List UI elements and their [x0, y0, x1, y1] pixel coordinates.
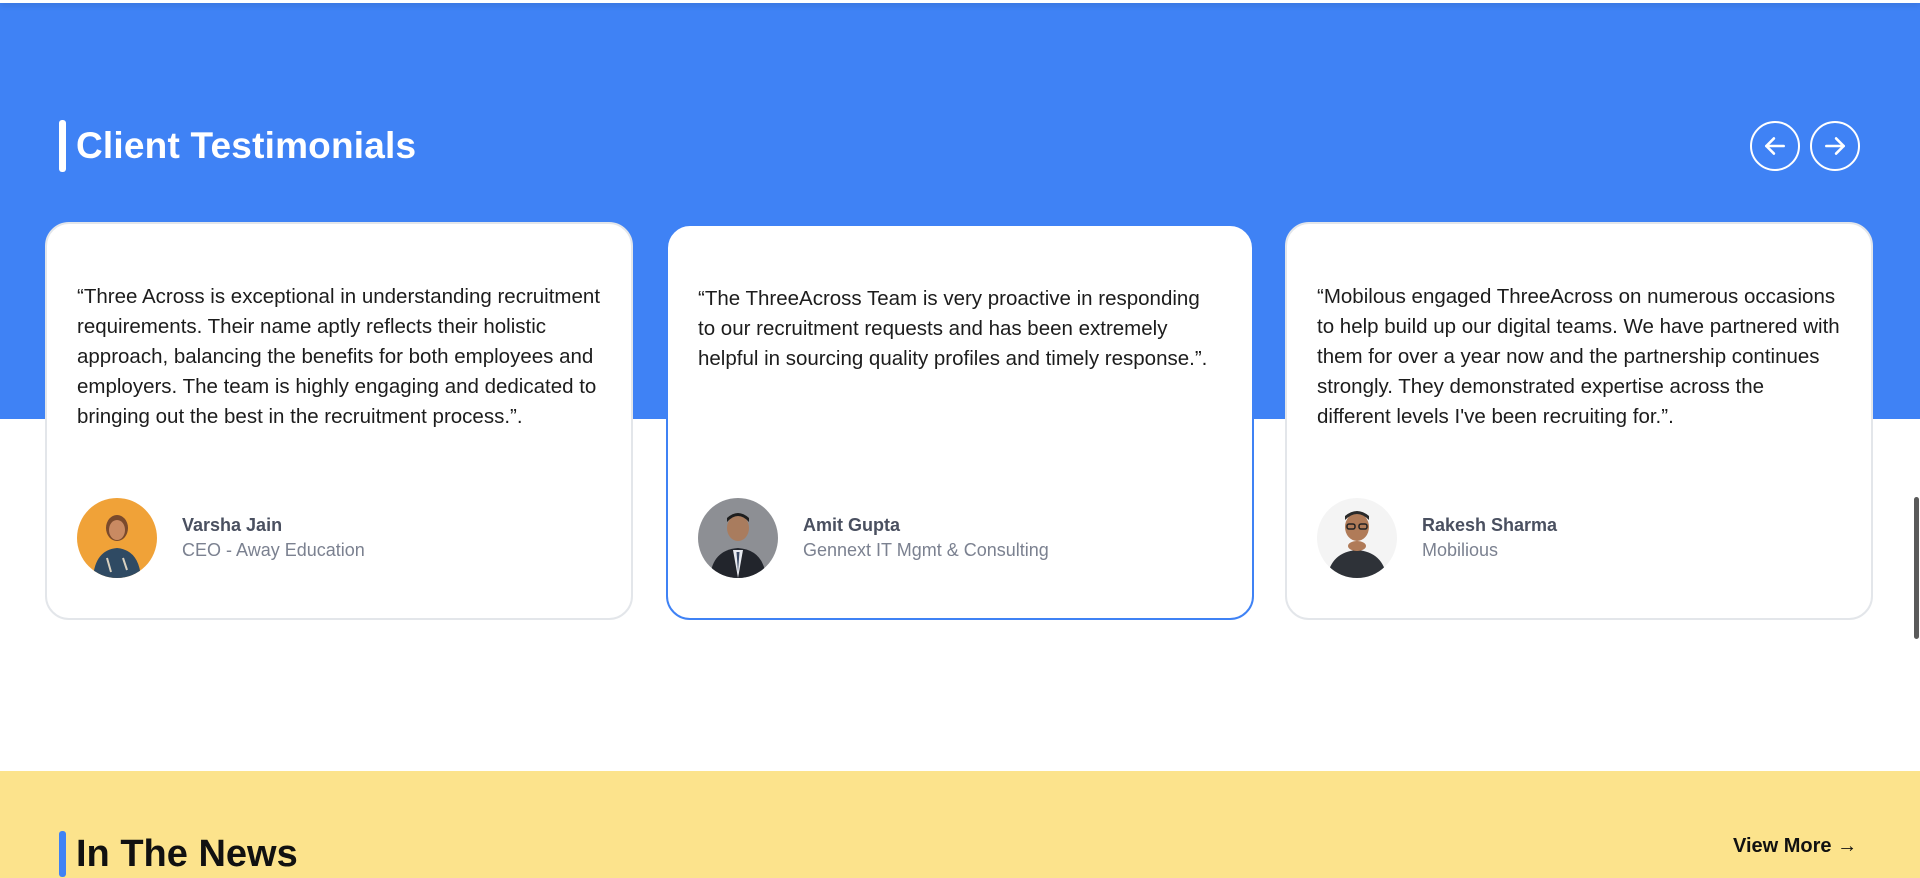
news-title: In The News	[76, 833, 298, 875]
avatar-photo	[1317, 498, 1397, 578]
previous-button[interactable]	[1750, 121, 1800, 171]
author-role: Gennext IT Mgmt & Consulting	[803, 540, 1049, 560]
author-name: Rakesh Sharma	[1422, 515, 1558, 535]
arrow-left-icon	[1765, 137, 1785, 155]
author-name: Varsha Jain	[182, 515, 283, 535]
author-name: Amit Gupta	[803, 515, 900, 535]
testimonial-card[interactable]: “The ThreeAcross Team is very proactive …	[666, 224, 1254, 620]
avatar-photo	[698, 498, 778, 578]
avatar	[698, 498, 778, 578]
avatar	[1317, 498, 1397, 578]
news-accent-bar	[59, 831, 66, 877]
view-more-link[interactable]: View More →	[1733, 835, 1857, 858]
author-role: CEO - Away Education	[182, 540, 365, 560]
scrollbar-thumb[interactable]	[1914, 497, 1919, 639]
arrow-right-icon	[1825, 137, 1845, 155]
testimonial-quote: “The ThreeAcross Team is very proactive …	[698, 287, 1208, 370]
avatar	[77, 498, 157, 578]
next-button[interactable]	[1810, 121, 1860, 171]
testimonial-author: Rakesh Sharma Mobilious	[1317, 498, 1557, 578]
testimonial-author: Amit Gupta Gennext IT Mgmt & Consulting	[698, 498, 1049, 578]
testimonials-heading: Client Testimonials	[59, 120, 416, 172]
testimonial-quote: “Mobilous engaged ThreeAcross on numerou…	[1317, 285, 1840, 428]
testimonial-card[interactable]: “Three Across is exceptional in understa…	[45, 222, 633, 620]
testimonial-card[interactable]: “Mobilous engaged ThreeAcross on numerou…	[1285, 222, 1873, 620]
author-role: Mobilious	[1422, 540, 1499, 560]
testimonial-author: Varsha Jain CEO - Away Education	[77, 498, 365, 578]
section-title: Client Testimonials	[76, 125, 417, 166]
testimonial-quote: “Three Across is exceptional in understa…	[77, 285, 601, 428]
title-accent-bar	[59, 120, 66, 172]
news-heading: In The News	[59, 831, 298, 877]
avatar-photo	[77, 498, 157, 578]
previous-section-edge	[0, 0, 1920, 3]
